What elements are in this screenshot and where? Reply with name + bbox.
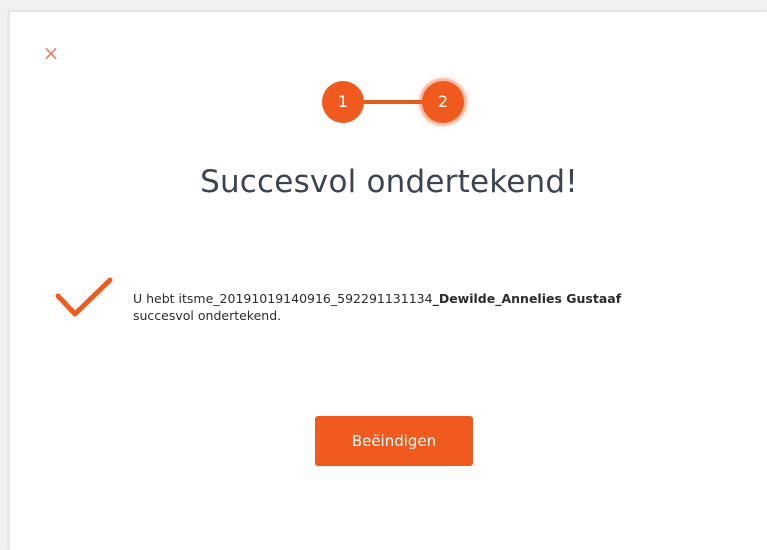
step-connector: [362, 100, 426, 104]
close-button[interactable]: ×: [40, 42, 62, 64]
message-suffix: succesvol ondertekend.: [133, 308, 282, 323]
success-message: U hebt itsme_20191019140916_592291131134…: [133, 290, 763, 324]
checkmark-icon: [55, 277, 113, 317]
step-1-indicator: 1: [322, 81, 364, 123]
signer-name: _Dewilde_Annelies Gustaaf: [432, 291, 622, 306]
message-prefix: U hebt itsme_20191019140916_592291131134: [133, 291, 433, 306]
step-2-indicator: 2: [422, 81, 464, 123]
signing-success-dialog: × 1 2 Succesvol ondertekend! U hebt itsm…: [9, 11, 767, 550]
finish-button[interactable]: Beëindigen: [315, 416, 473, 466]
progress-stepper: 1 2: [322, 81, 470, 125]
page-title: Succesvol ondertekend!: [200, 164, 578, 200]
close-icon: ×: [42, 41, 60, 65]
